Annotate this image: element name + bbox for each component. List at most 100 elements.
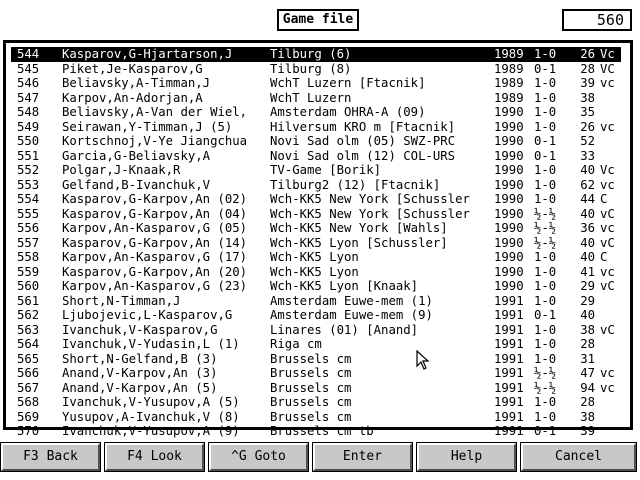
game-annotation-code: VC: [600, 61, 615, 76]
game-result: ½-½: [534, 206, 557, 221]
game-row[interactable]: 560 Karpov,An-Kasparov,G (23) Wch-KK5 Lyon…: [11, 279, 621, 294]
game-row[interactable]: 569 Yusupov,A-Ivanchuk,V (8) Brussels cm 19…: [11, 410, 621, 425]
game-row[interactable]: 566 Anand,V-Karpov,An (3) Brussels cm 1991 ½…: [11, 366, 621, 381]
game-moves: 38: [580, 322, 595, 337]
game-result: ½-½: [534, 235, 557, 250]
game-result: 1-0: [534, 47, 557, 61]
game-row[interactable]: 561 Short,N-Timman,J Amsterdam Euwe-mem (1…: [11, 294, 621, 309]
game-result: ½-½: [534, 366, 557, 380]
game-result: 1-0: [534, 105, 557, 119]
game-players: Anand,V-Karpov,An (3): [62, 366, 218, 380]
game-result: ½-½: [534, 380, 557, 395]
game-year: 1991: [494, 366, 524, 380]
game-event: Wch-KK5 Lyon [Schussler]: [270, 235, 448, 250]
f4-look-button[interactable]: F4 Look: [105, 443, 204, 471]
game-row[interactable]: 559 Kasparov,G-Karpov,An (20) Wch-KK5 Lyon…: [11, 265, 621, 280]
game-row[interactable]: 555 Kasparov,G-Karpov,An (04) Wch-KK5 New …: [11, 207, 621, 222]
game-event: Riga cm: [270, 337, 322, 351]
goto-button[interactable]: ^G Goto: [209, 443, 308, 471]
game-row[interactable]: 565 Short,N-Gelfand,B (3) Brussels cm 1991 1…: [11, 352, 621, 367]
game-moves: 29: [580, 293, 595, 308]
game-row[interactable]: 551 Garcia,G-Beliavsky,A Novi Sad olm (12)…: [11, 149, 621, 164]
game-players: Yusupov,A-Ivanchuk,V (8): [62, 409, 240, 424]
game-number: 544: [17, 47, 40, 61]
game-result: 1-0: [534, 293, 557, 308]
game-row[interactable]: 545 Piket,Je-Kasparov,G Tilburg (8) 1989 0-1…: [11, 62, 621, 77]
game-players: Kortschnoj,V-Ye Jiangchua: [62, 134, 248, 148]
game-result: 1-0: [534, 250, 557, 264]
game-row[interactable]: 558 Karpov,An-Kasparov,G (17) Wch-KK5 Lyon…: [11, 250, 621, 265]
game-number: 546: [17, 76, 40, 90]
game-moves: 40: [580, 235, 595, 250]
game-moves: 36: [580, 221, 595, 235]
game-row[interactable]: 564 Ivanchuk,V-Yudasin,L (1) Riga cm 1991 1-…: [11, 337, 621, 352]
game-number: 557: [17, 235, 40, 250]
game-number: 567: [17, 380, 40, 395]
game-event: Amsterdam OHRA-A (09): [270, 105, 426, 119]
game-number: 570: [17, 424, 40, 438]
screen: Game file 560 544 Kasparov,G-Hjartarson,J…: [0, 0, 640, 480]
game-row[interactable]: 550 Kortschnoj,V-Ye Jiangchua Novi Sad olm…: [11, 134, 621, 149]
f3-back-button[interactable]: F3 Back: [1, 443, 100, 471]
game-result: 1-0: [534, 395, 557, 409]
game-players: Ivanchuk,V-Yusupov,A (5): [62, 395, 240, 409]
game-moves: 28: [580, 337, 595, 351]
enter-button[interactable]: Enter: [313, 443, 412, 471]
game-year: 1990: [494, 105, 524, 119]
game-row[interactable]: 562 Ljubojevic,L-Kasparov,G Amsterdam Euwe…: [11, 308, 621, 323]
game-moves: 29: [580, 279, 595, 293]
game-row[interactable]: 552 Polgar,J-Knaak,R TV-Game [Borik] 1990 1-…: [11, 163, 621, 178]
game-row[interactable]: 553 Gelfand,B-Ivanchuk,V Tilburg2 (12) [Ft…: [11, 178, 621, 193]
game-row[interactable]: 549 Seirawan,Y-Timman,J (5) Hilversum KRO …: [11, 120, 621, 135]
game-annotation-code: Vc: [600, 163, 615, 177]
game-players: Ivanchuk,V-Yudasin,L (1): [62, 337, 240, 351]
game-annotation-code: vc: [600, 119, 615, 134]
game-number: 569: [17, 409, 40, 424]
game-annotation-code: Vc: [600, 47, 615, 61]
game-result: 1-0: [534, 177, 557, 192]
game-event: Wch-KK5 Lyon: [270, 250, 359, 264]
game-row[interactable]: 546 Beliavsky,A-Timman,J WchT Luzern [Ftac…: [11, 76, 621, 91]
game-year: 1990: [494, 235, 524, 250]
game-result: 1-0: [534, 90, 557, 105]
game-players: Karpov,An-Adorjan,A: [62, 90, 203, 105]
game-number: 558: [17, 250, 40, 264]
game-row[interactable]: 556 Karpov,An-Kasparov,G (05) Wch-KK5 New …: [11, 221, 621, 236]
game-year: 1990: [494, 279, 524, 293]
scrollbar[interactable]: [633, 43, 637, 427]
game-players: Beliavsky,A-Van der Wiel,: [62, 105, 248, 119]
game-number: 552: [17, 163, 40, 177]
game-number: 561: [17, 293, 40, 308]
game-row[interactable]: 554 Kasparov,G-Karpov,An (02) Wch-KK5 New …: [11, 192, 621, 207]
game-players: Kasparov,G-Karpov,An (02): [62, 192, 248, 206]
game-players: Kasparov,G-Karpov,An (04): [62, 206, 248, 221]
game-row[interactable]: 567 Anand,V-Karpov,An (5) Brussels cm 1991 ½…: [11, 381, 621, 396]
game-event: Wch-KK5 Lyon [Knaak]: [270, 279, 419, 293]
game-row[interactable]: 547 Karpov,An-Adorjan,A WchT Luzern 1989 1-0…: [11, 91, 621, 106]
game-list[interactable]: 544 Kasparov,G-Hjartarson,J Tilburg (6) 198…: [11, 47, 621, 438]
game-moves: 26: [580, 119, 595, 134]
game-year: 1990: [494, 177, 524, 192]
game-year: 1990: [494, 250, 524, 264]
game-row[interactable]: 570 Ivanchuk,V-Yusupov,A (9) Brussels cm t…: [11, 424, 621, 439]
game-year: 1989: [494, 76, 524, 90]
game-year: 1991: [494, 424, 524, 438]
game-result: 0-1: [534, 61, 557, 76]
game-result: 0-1: [534, 134, 557, 148]
game-number: 566: [17, 366, 40, 380]
game-row-selected[interactable]: 544 Kasparov,G-Hjartarson,J Tilburg (6) 198…: [11, 47, 621, 62]
game-number: 565: [17, 351, 40, 366]
game-row[interactable]: 557 Kasparov,G-Karpov,An (14) Wch-KK5 Lyon…: [11, 236, 621, 251]
game-annotation-code: vc: [600, 380, 615, 395]
game-row[interactable]: 563 Ivanchuk,V-Kasparov,G Linares (01) [An…: [11, 323, 621, 338]
game-result: 1-0: [534, 351, 557, 366]
game-year: 1991: [494, 322, 524, 337]
game-row[interactable]: 548 Beliavsky,A-Van der Wiel, Amsterdam OH…: [11, 105, 621, 120]
game-number: 559: [17, 264, 40, 279]
game-number: 550: [17, 134, 40, 148]
cancel-button[interactable]: Cancel: [521, 443, 636, 471]
help-button[interactable]: Help: [417, 443, 516, 471]
game-moves: 41: [580, 264, 595, 279]
game-annotation-code: vc: [600, 177, 615, 192]
game-row[interactable]: 568 Ivanchuk,V-Yusupov,A (5) Brussels cm 19…: [11, 395, 621, 410]
